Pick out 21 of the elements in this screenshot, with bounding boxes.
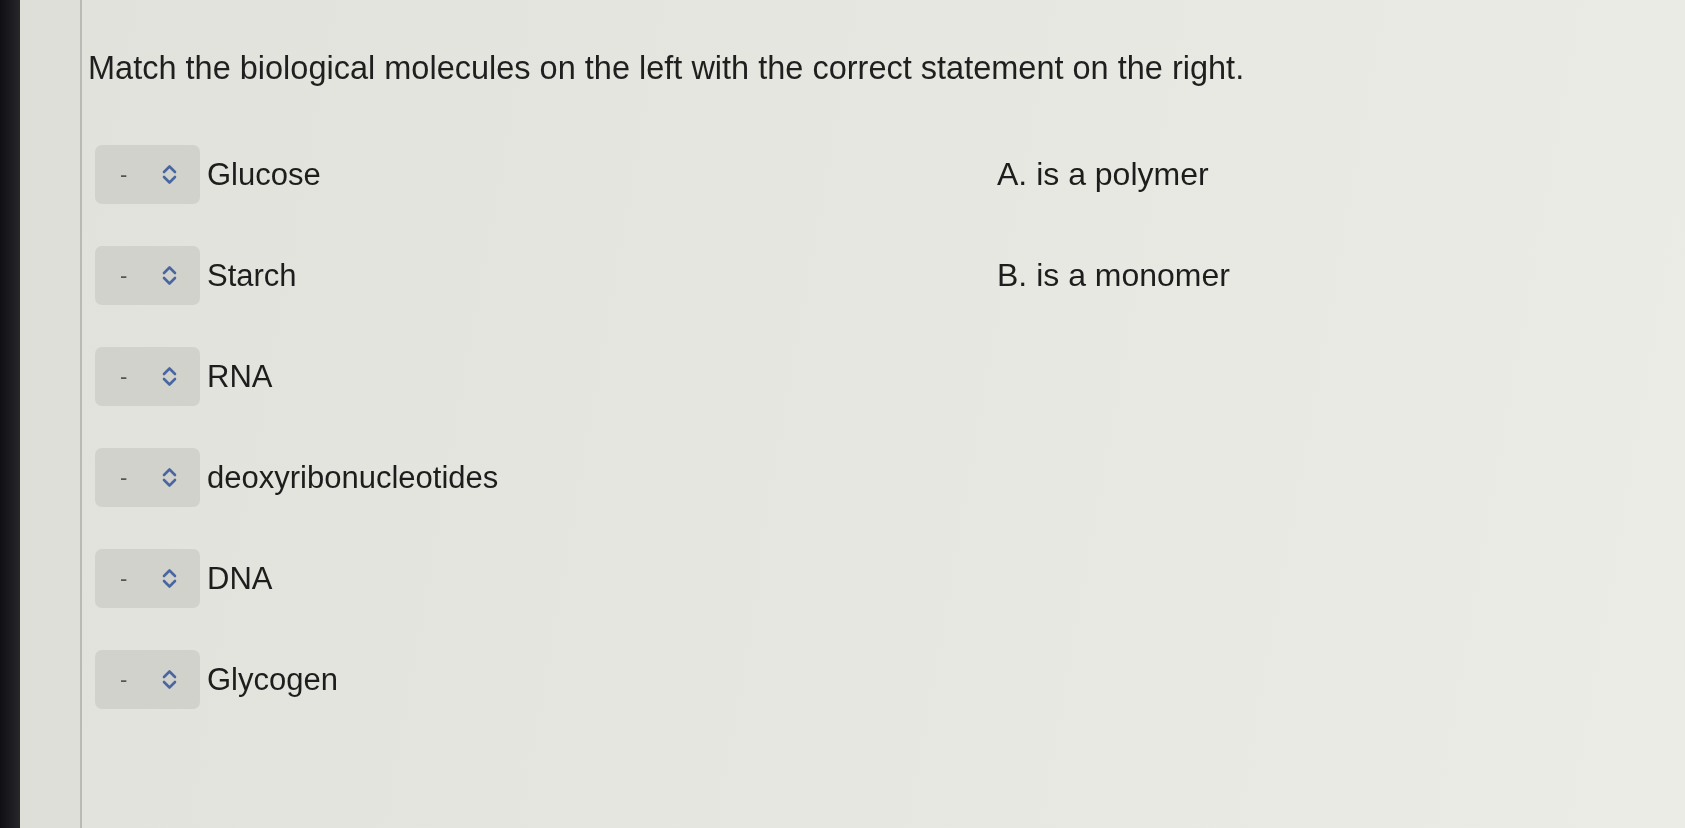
chevron-updown-icon	[162, 669, 177, 690]
molecule-label: Glycogen	[207, 661, 338, 698]
match-dropdown[interactable]: -	[95, 347, 200, 406]
chevron-updown-icon	[162, 467, 177, 488]
match-dropdown[interactable]: -	[95, 549, 200, 608]
molecule-label: DNA	[207, 560, 273, 597]
molecule-label: deoxyribonucleotides	[207, 459, 499, 496]
molecule-label: Glucose	[207, 156, 321, 193]
chevron-updown-icon	[162, 265, 177, 286]
chevron-updown-icon	[162, 366, 177, 387]
match-dropdown[interactable]: -	[95, 246, 200, 305]
molecule-label: Starch	[207, 257, 297, 294]
question-prompt: Match the biological molecules on the left with the correct statement on the right.	[88, 49, 1245, 87]
chevron-updown-icon	[162, 568, 177, 589]
molecule-label: RNA	[207, 358, 273, 395]
match-dropdown[interactable]: -	[95, 650, 200, 709]
chevron-updown-icon	[162, 164, 177, 185]
match-dropdown[interactable]: -	[95, 145, 200, 204]
statement-option: A. is a polymer	[997, 156, 1209, 193]
statement-option: B. is a monomer	[997, 257, 1230, 294]
match-dropdown[interactable]: -	[95, 448, 200, 507]
